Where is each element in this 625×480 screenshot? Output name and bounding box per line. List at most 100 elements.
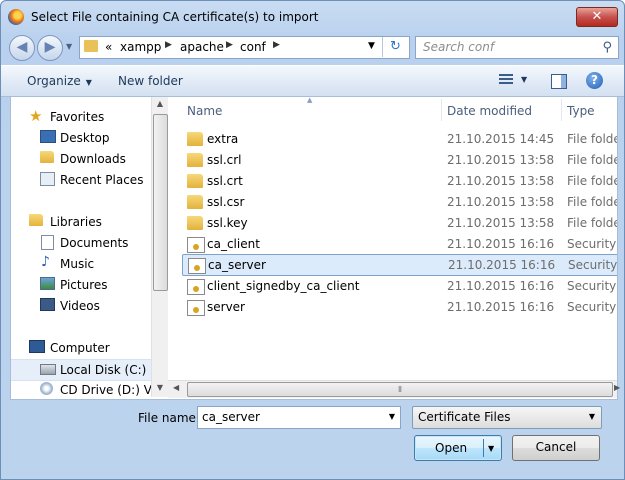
sort-ascending-icon: ▲ [307,97,313,104]
file-name-history-chevron-down-icon[interactable]: ▼ [389,412,395,421]
breadcrumb-separator-icon[interactable]: ▶ [226,40,233,50]
back-button[interactable]: ◀ [9,35,35,61]
file-type: Security C [567,300,617,314]
help-icon[interactable]: ? [586,72,603,89]
title-bar: Select File containing CA certificate(s)… [1,1,624,31]
sidebar-item-documents[interactable]: Documents [11,233,151,253]
file-row-ssl-csr[interactable]: ssl.csr 21.10.2015 13:58 File folder [184,192,617,212]
file-date: 21.10.2015 13:58 [447,174,555,188]
sidebar-item-local-disk-c[interactable]: Local Disk (C:) [11,359,151,381]
file-row-server[interactable]: server 21.10.2015 16:16 Security C [184,297,617,317]
file-date: 21.10.2015 13:58 [447,216,555,230]
view-options-chevron-down-icon[interactable]: ▼ [521,75,527,84]
chevron-down-icon: ▼ [85,78,92,87]
new-folder-button[interactable]: New folder [118,74,183,88]
sidebar-item-music[interactable]: ♪ Music [11,254,151,274]
refresh-button[interactable]: ↻ [382,37,408,57]
file-name: ssl.key [207,216,248,230]
sidebar-item-label: Recent Places [60,173,144,187]
recent-places-icon [40,172,55,186]
sidebar-item-downloads[interactable]: Downloads [11,149,151,169]
file-date: 21.10.2015 16:16 [447,279,555,293]
file-name: extra [207,132,239,146]
preview-pane-icon[interactable] [551,74,567,89]
address-history-chevron-down-icon[interactable]: ▼ [368,41,375,51]
sidebar-item-label: Documents [60,236,129,250]
close-button[interactable]: ✕ [576,7,618,27]
file-row-ssl-crl[interactable]: ssl.crl 21.10.2015 13:58 File folder [184,150,617,170]
file-name-label: File name: [138,411,200,425]
folder-icon [187,132,203,146]
sidebar-item-recent-places[interactable]: Recent Places [11,170,151,190]
organize-menu[interactable]: Organize ▼ [27,74,92,88]
file-row-extra[interactable]: extra 21.10.2015 14:45 File folder [184,129,617,149]
column-date-label: Date modified [447,104,533,118]
open-options-chevron-down-icon[interactable]: ▼ [488,444,494,453]
breadcrumb-conf[interactable]: conf [240,40,266,54]
address-bar[interactable]: « xampp ▶ apache ▶ conf ▶ ▼ [79,36,410,59]
breadcrumb-overflow[interactable]: « [105,40,112,54]
column-name-label: Name [187,104,223,118]
desktop-icon [40,130,56,143]
column-header-type[interactable]: Type [562,97,617,123]
breadcrumb-xampp[interactable]: xampp [120,40,161,54]
file-row-ssl-crt[interactable]: ssl.crt 21.10.2015 13:58 File folder [184,171,617,191]
disk-icon [40,364,56,375]
file-list: ▲ Name Date modified Type extra 21.10.20… [168,97,617,397]
sidebar-item-desktop[interactable]: Desktop [11,128,151,148]
pictures-icon [40,277,55,290]
scroll-down-arrow-icon[interactable]: ▼ [152,383,168,392]
navigation-pane-scrollbar[interactable]: ▲ ▼ [151,97,168,397]
file-row-ca-client[interactable]: ca_client 21.10.2015 16:16 Security C [184,234,617,254]
documents-icon [41,235,54,250]
sidebar-item-videos[interactable]: Videos [11,296,151,316]
recent-pages-chevron-down-icon[interactable]: ▼ [66,42,72,51]
file-type-filter-select[interactable]: Certificate Files ▼ [412,406,602,429]
sidebar-item-libraries[interactable]: Libraries [11,212,151,232]
file-name: server [207,300,245,314]
file-list-horizontal-scrollbar[interactable]: ◀ ⦀ ▶ [168,380,620,398]
navigation-pane: ★ Favorites Desktop Downloads Recent Pla… [11,97,151,397]
file-type: File folder [567,153,617,167]
change-view-icon[interactable] [499,74,513,86]
search-icon[interactable]: ⚲ [602,40,612,55]
cancel-button[interactable]: Cancel [512,435,600,461]
scroll-up-arrow-icon[interactable]: ▲ [152,99,168,108]
split-divider [483,439,484,457]
sidebar-item-label: Libraries [50,215,102,229]
column-header-date[interactable]: Date modified [442,97,560,123]
sidebar-item-favorites[interactable]: ★ Favorites [11,107,151,127]
scrollbar-thumb[interactable]: ⦀ [187,382,613,397]
folder-icon [187,216,203,230]
sidebar-item-computer[interactable]: Computer [11,338,151,358]
open-button[interactable]: Open ▼ [414,435,502,461]
sidebar-item-cd-drive-d[interactable]: CD Drive (D:) Virt [11,380,151,397]
file-type: Security C [567,279,617,293]
sidebar-item-label: Videos [60,299,100,313]
sidebar-item-pictures[interactable]: Pictures [11,275,151,295]
sidebar-item-label: Pictures [60,278,108,292]
file-name-input[interactable]: ca_server ▼ [197,406,401,429]
browser-area: ★ Favorites Desktop Downloads Recent Pla… [10,96,620,400]
downloads-icon [40,151,54,163]
music-icon: ♪ [41,254,50,270]
file-name: ssl.crl [207,153,242,167]
file-row-client-signedby-ca-client[interactable]: client_signedby_ca_client 21.10.2015 16:… [184,276,617,296]
open-button-label: Open [435,441,468,455]
videos-icon [40,298,55,311]
forward-button[interactable]: ▶ [37,35,63,61]
file-dialog-window: Select File containing CA certificate(s)… [0,0,625,480]
sidebar-item-label: Local Disk (C:) [60,363,147,377]
file-row-ca-server[interactable]: ca_server 21.10.2015 16:16 Security C [182,254,617,276]
file-type: File folder [567,216,617,230]
scroll-right-arrow-icon[interactable]: ▶ [614,383,620,392]
scroll-left-arrow-icon[interactable]: ◀ [173,383,179,392]
breadcrumb-apache[interactable]: apache [180,40,224,54]
breadcrumb-separator-icon[interactable]: ▶ [165,40,172,50]
search-input[interactable]: Search conf ⚲ [415,36,619,59]
file-type: File folder [567,174,617,188]
breadcrumb-separator-icon[interactable]: ▶ [273,40,280,50]
file-row-ssl-key[interactable]: ssl.key 21.10.2015 13:58 File folder [184,213,617,233]
column-header-name[interactable]: ▲ Name [168,97,425,123]
scrollbar-thumb[interactable] [153,114,168,291]
